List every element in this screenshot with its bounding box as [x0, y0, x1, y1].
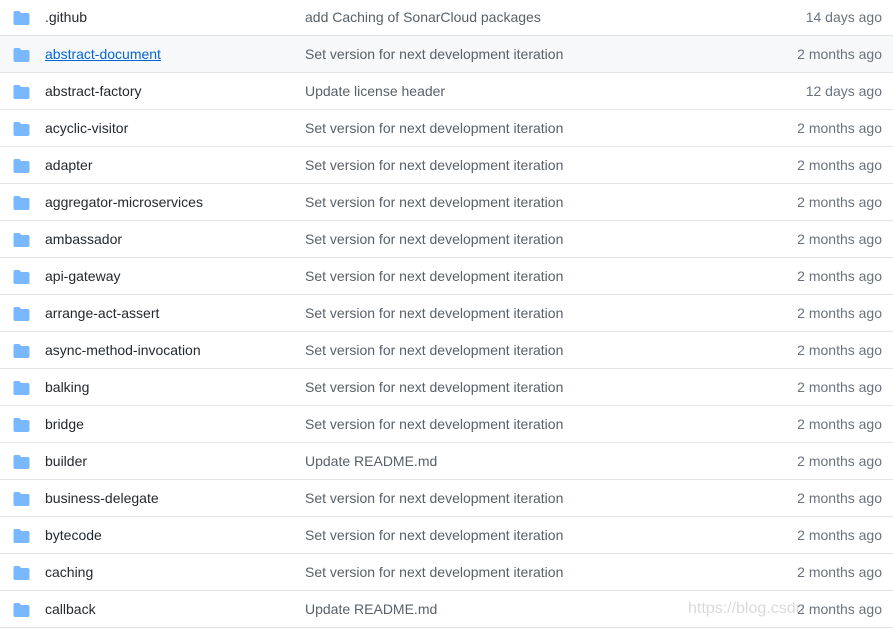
folder-icon [13, 11, 30, 25]
commit-message-link[interactable]: Set version for next development iterati… [305, 490, 563, 506]
file-row[interactable]: bridge Set version for next development … [0, 406, 893, 443]
commit-message-link[interactable]: Set version for next development iterati… [305, 527, 563, 543]
commit-age: 2 months ago [797, 527, 882, 543]
folder-icon [13, 492, 30, 506]
file-list: .github add Caching of SonarCloud packag… [0, 0, 893, 628]
file-name-link[interactable]: api-gateway [45, 268, 121, 284]
folder-icon [13, 603, 30, 617]
commit-age: 2 months ago [797, 564, 882, 580]
commit-message-link[interactable]: Set version for next development iterati… [305, 268, 563, 284]
commit-message-link[interactable]: Set version for next development iterati… [305, 379, 563, 395]
commit-message-link[interactable]: Set version for next development iterati… [305, 46, 563, 62]
commit-age: 2 months ago [797, 194, 882, 210]
file-name-link[interactable]: .github [45, 9, 87, 25]
file-row[interactable]: balking Set version for next development… [0, 369, 893, 406]
file-name-link[interactable]: ambassador [45, 231, 122, 247]
file-name-link[interactable]: bridge [45, 416, 84, 432]
folder-icon [13, 381, 30, 395]
folder-icon [13, 48, 30, 62]
commit-age: 14 days ago [805, 9, 882, 25]
commit-age: 2 months ago [797, 157, 882, 173]
folder-icon [13, 307, 30, 321]
commit-message-link[interactable]: Set version for next development iterati… [305, 564, 563, 580]
commit-message-link[interactable]: Update license header [305, 83, 445, 99]
folder-icon [13, 159, 30, 173]
file-row[interactable]: async-method-invocation Set version for … [0, 332, 893, 369]
file-name-link[interactable]: balking [45, 379, 89, 395]
folder-icon [13, 122, 30, 136]
file-row[interactable]: bytecode Set version for next developmen… [0, 517, 893, 554]
file-row[interactable]: acyclic-visitor Set version for next dev… [0, 110, 893, 147]
commit-age: 12 days ago [805, 83, 882, 99]
folder-icon [13, 455, 30, 469]
commit-message-link[interactable]: Update README.md [305, 453, 437, 469]
commit-message-link[interactable]: Set version for next development iterati… [305, 342, 563, 358]
file-row[interactable]: caching Set version for next development… [0, 554, 893, 591]
folder-icon [13, 418, 30, 432]
file-row[interactable]: adapter Set version for next development… [0, 147, 893, 184]
file-name-link[interactable]: aggregator-microservices [45, 194, 203, 210]
folder-icon [13, 566, 30, 580]
commit-age: 2 months ago [797, 46, 882, 62]
folder-icon [13, 196, 30, 210]
file-name-link[interactable]: caching [45, 564, 93, 580]
file-name-link[interactable]: adapter [45, 157, 92, 173]
file-row[interactable]: ambassador Set version for next developm… [0, 221, 893, 258]
commit-message-link[interactable]: Set version for next development iterati… [305, 305, 563, 321]
commit-age: 2 months ago [797, 601, 882, 617]
folder-icon [13, 233, 30, 247]
commit-age: 2 months ago [797, 268, 882, 284]
commit-message-link[interactable]: Set version for next development iterati… [305, 120, 563, 136]
file-row[interactable]: aggregator-microservices Set version for… [0, 184, 893, 221]
commit-age: 2 months ago [797, 231, 882, 247]
commit-age: 2 months ago [797, 305, 882, 321]
folder-icon [13, 529, 30, 543]
commit-message-link[interactable]: Update README.md [305, 601, 437, 617]
commit-age: 2 months ago [797, 379, 882, 395]
commit-age: 2 months ago [797, 490, 882, 506]
file-name-link[interactable]: acyclic-visitor [45, 120, 128, 136]
commit-message-link[interactable]: Set version for next development iterati… [305, 416, 563, 432]
file-row[interactable]: business-delegate Set version for next d… [0, 480, 893, 517]
commit-age: 2 months ago [797, 120, 882, 136]
file-row[interactable]: arrange-act-assert Set version for next … [0, 295, 893, 332]
file-name-link[interactable]: abstract-factory [45, 83, 141, 99]
file-row[interactable]: callback Update README.md 2 months ago [0, 591, 893, 628]
file-row[interactable]: api-gateway Set version for next develop… [0, 258, 893, 295]
commit-message-link[interactable]: Set version for next development iterati… [305, 231, 563, 247]
file-name-link[interactable]: bytecode [45, 527, 102, 543]
file-name-link[interactable]: abstract-document [45, 46, 161, 62]
folder-icon [13, 270, 30, 284]
commit-age: 2 months ago [797, 416, 882, 432]
folder-icon [13, 85, 30, 99]
folder-icon [13, 344, 30, 358]
commit-message-link[interactable]: Set version for next development iterati… [305, 194, 563, 210]
file-name-link[interactable]: callback [45, 601, 96, 617]
file-row[interactable]: abstract-factory Update license header 1… [0, 73, 893, 110]
commit-message-link[interactable]: Set version for next development iterati… [305, 157, 563, 173]
file-name-link[interactable]: business-delegate [45, 490, 159, 506]
commit-age: 2 months ago [797, 453, 882, 469]
commit-message-link[interactable]: add Caching of SonarCloud packages [305, 9, 541, 25]
file-name-link[interactable]: builder [45, 453, 87, 469]
commit-age: 2 months ago [797, 342, 882, 358]
file-name-link[interactable]: arrange-act-assert [45, 305, 159, 321]
file-row[interactable]: builder Update README.md 2 months ago [0, 443, 893, 480]
file-name-link[interactable]: async-method-invocation [45, 342, 201, 358]
file-row[interactable]: abstract-document Set version for next d… [0, 36, 893, 73]
file-row[interactable]: .github add Caching of SonarCloud packag… [0, 0, 893, 36]
